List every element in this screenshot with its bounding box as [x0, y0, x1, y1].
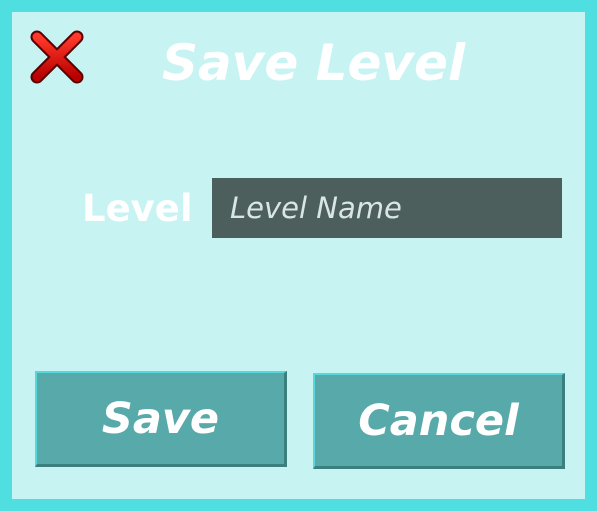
save-button[interactable]: Save	[35, 371, 287, 467]
close-icon[interactable]	[29, 29, 85, 85]
save-level-dialog: Save Level Level Save Cancel	[0, 0, 597, 511]
close-x-icon	[30, 30, 84, 84]
dialog-panel: Save Level Level Save Cancel	[12, 12, 585, 499]
dialog-title: Save Level	[162, 34, 466, 92]
cancel-button[interactable]: Cancel	[313, 373, 565, 469]
save-button-label: Save	[101, 393, 220, 444]
level-field-label: Level	[82, 187, 193, 230]
cancel-button-label: Cancel	[358, 395, 519, 446]
level-name-input[interactable]	[212, 178, 562, 238]
